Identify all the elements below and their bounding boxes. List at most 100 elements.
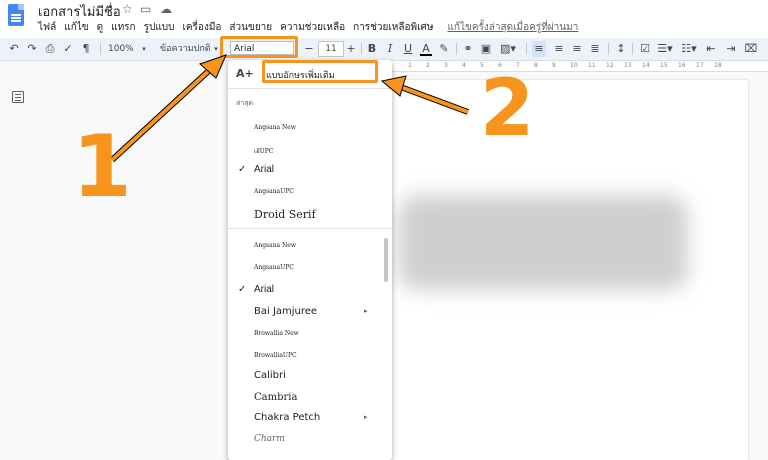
ruler-tick-label: 15 <box>660 62 668 69</box>
underline-button[interactable]: U <box>402 41 414 57</box>
align-justify-icon[interactable]: ≣ <box>588 41 602 57</box>
font-dropdown-menu: A+ แบบอักษรเพิ่มเติม ล่าสุด Angsana New … <box>228 60 392 460</box>
font-item-cambria[interactable]: Cambria <box>228 388 392 408</box>
ruler-tick-label: 8 <box>534 62 538 69</box>
ruler-tick-label: 10 <box>570 62 578 69</box>
font-item-angsana-new-recent[interactable]: Angsana New <box>228 118 392 138</box>
align-right-icon[interactable]: ≡ <box>570 41 584 57</box>
blurred-document-text <box>398 195 688 290</box>
recent-fonts-header: ล่าสุด <box>236 99 254 107</box>
decrease-font-size-button[interactable]: − <box>304 41 314 57</box>
font-item-angsanaupc-recent[interactable]: AngsanaUPC <box>228 182 392 202</box>
menu-accessibility[interactable]: การช่วยเหลือพิเศษ <box>353 20 433 34</box>
toolbar: ↶ ↷ ⎙ ✓ ¶ 100% ▾ ข้อความปกติ ▾ Arial − 1… <box>0 38 768 61</box>
image-icon[interactable]: ▨▾ <box>498 41 518 57</box>
line-spacing-icon[interactable]: ↕ <box>614 41 628 57</box>
font-item-label: Arial <box>254 284 275 295</box>
highlight-icon[interactable]: ✎ <box>438 41 450 57</box>
check-icon: ✓ <box>238 164 247 175</box>
ruler-tick-label: 9 <box>552 62 556 69</box>
highlight-more-fonts <box>262 60 378 83</box>
font-item-chakra-petch[interactable]: Chakra Petch ▸ <box>228 408 392 428</box>
print-icon[interactable]: ⎙ <box>44 41 56 57</box>
redo-icon[interactable]: ↷ <box>26 41 38 57</box>
font-item-label: Chakra Petch <box>254 412 321 423</box>
font-item-label: Angsana New <box>254 242 296 249</box>
ruler-tick-label: 17 <box>696 62 704 69</box>
font-item-bai-jamjuree[interactable]: Bai Jamjuree ▸ <box>228 302 392 322</box>
font-item-browallia-new[interactable]: Browallia New <box>228 324 392 344</box>
menu-file[interactable]: ไฟล์ <box>38 20 56 34</box>
toolbar-divider <box>456 43 457 55</box>
menu-extensions[interactable]: ส่วนขยาย <box>229 20 272 34</box>
ruler-tick-label: 1 <box>408 62 412 69</box>
highlight-font-select <box>220 36 298 58</box>
bulleted-list-icon[interactable]: ☰▾ <box>656 41 674 57</box>
font-size-input[interactable]: 11 <box>318 41 344 57</box>
cloud-status-icon[interactable]: ☁ <box>160 2 172 16</box>
document-outline-icon[interactable] <box>12 91 24 103</box>
chevron-down-icon: ▾ <box>214 45 218 53</box>
clear-formatting-icon[interactable]: ⌧ <box>744 41 758 57</box>
font-item-upc-recent[interactable]: เฮ้UPC <box>228 140 392 160</box>
font-item-charm[interactable]: Charm <box>228 430 392 450</box>
spellcheck-icon[interactable]: ✓ <box>62 41 74 57</box>
menu-bar: ไฟล์ แก้ไข ดู แทรก รูปแบบ เครื่องมือ ส่ว… <box>38 20 578 34</box>
font-item-calibri[interactable]: Calibri <box>228 366 392 386</box>
font-item-label: Droid Serif <box>254 208 316 221</box>
font-item-label: เฮ้UPC <box>254 148 274 155</box>
undo-icon[interactable]: ↶ <box>8 41 20 57</box>
menu-format[interactable]: รูปแบบ <box>144 20 175 34</box>
font-item-label: Calibri <box>254 370 286 381</box>
menu-help[interactable]: ความช่วยเหลือ <box>280 20 345 34</box>
bold-button[interactable]: B <box>366 41 378 57</box>
ruler[interactable]: 1 2 3 4 5 6 7 8 9 10 11 12 13 14 15 16 1… <box>390 61 768 72</box>
last-edit-link[interactable]: แก้ไขครั้งล่าสุดเมื่อครู่ที่ผ่านมา <box>447 20 578 34</box>
align-center-icon[interactable]: ≡ <box>552 41 566 57</box>
comment-icon[interactable]: ▣ <box>480 41 492 57</box>
font-item-label: BrowalliaUPC <box>254 352 297 359</box>
check-icon: ✓ <box>238 284 247 295</box>
font-item-label: Arial <box>254 164 275 175</box>
font-item-angsanaupc[interactable]: AngsanaUPC <box>228 258 392 278</box>
paragraph-style-select[interactable]: ข้อความปกติ <box>160 41 220 57</box>
link-icon[interactable]: ⚭ <box>462 41 474 57</box>
menu-edit[interactable]: แก้ไข <box>64 20 88 34</box>
toolbar-divider <box>632 43 633 55</box>
folder-move-icon[interactable]: ▭ <box>140 2 151 16</box>
paint-format-icon[interactable]: ¶ <box>80 41 92 57</box>
menu-insert[interactable]: แทรก <box>111 20 135 34</box>
menu-view[interactable]: ดู <box>97 20 104 34</box>
text-color-button[interactable]: A <box>420 41 432 56</box>
numbered-list-icon[interactable]: ☷▾ <box>680 41 698 57</box>
font-item-arial[interactable]: ✓ Arial <box>228 280 392 300</box>
ruler-tick-label: 3 <box>444 62 448 69</box>
document-title[interactable]: เอกสารไม่มีชื่อ <box>38 1 121 22</box>
ruler-tick-label: 14 <box>642 62 650 69</box>
decrease-indent-icon[interactable]: ⇤ <box>704 41 718 57</box>
toolbar-divider <box>361 43 362 55</box>
submenu-arrow-icon: ▸ <box>364 413 368 421</box>
chevron-down-icon: ▾ <box>142 45 146 53</box>
annotation-step-1: 1 <box>72 117 132 217</box>
font-item-droid-serif-recent[interactable]: Droid Serif <box>228 204 392 224</box>
italic-button[interactable]: I <box>384 41 396 57</box>
font-add-icon: A+ <box>236 67 254 80</box>
font-item-arial-recent[interactable]: ✓ Arial <box>228 160 392 180</box>
menu-divider <box>228 88 392 89</box>
font-item-label: AngsanaUPC <box>254 264 294 271</box>
increase-indent-icon[interactable]: ⇥ <box>724 41 738 57</box>
docs-logo-icon[interactable] <box>8 4 24 26</box>
align-left-icon[interactable]: ≡ <box>532 41 546 57</box>
ruler-tick-label: 16 <box>678 62 686 69</box>
star-icon[interactable]: ☆ <box>122 2 133 16</box>
font-item-angsana-new[interactable]: Angsana New <box>228 236 392 256</box>
font-item-label: Bai Jamjuree <box>254 306 318 317</box>
font-item-browalliaupc[interactable]: BrowalliaUPC <box>228 346 392 366</box>
submenu-arrow-icon: ▸ <box>364 307 368 315</box>
toolbar-divider <box>526 43 527 55</box>
increase-font-size-button[interactable]: + <box>346 41 356 57</box>
menu-tools[interactable]: เครื่องมือ <box>182 20 221 34</box>
font-item-label: Cambria <box>254 392 298 403</box>
checklist-icon[interactable]: ☑ <box>638 41 652 57</box>
